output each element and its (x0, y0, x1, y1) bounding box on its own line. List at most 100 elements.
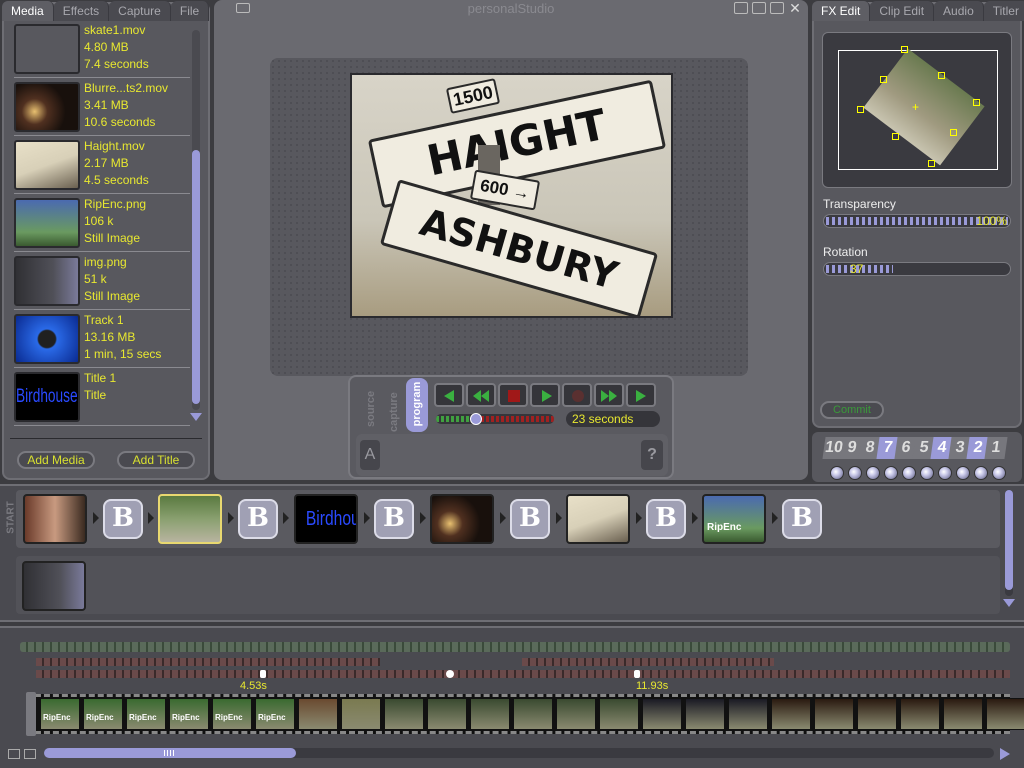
tab-clip-edit[interactable]: Clip Edit (870, 1, 935, 21)
storyboard-clip[interactable] (23, 494, 87, 544)
timeline-frame[interactable] (513, 698, 553, 730)
track-knob[interactable] (938, 466, 952, 480)
timeline-frame[interactable]: RipEnc (212, 698, 252, 730)
mode-source[interactable]: source (365, 387, 379, 427)
scroll-down-icon[interactable] (1003, 599, 1015, 607)
fx-handle[interactable] (938, 72, 945, 79)
timeline-frame[interactable] (427, 698, 467, 730)
storyboard-transition[interactable]: B (510, 499, 550, 539)
track-knob[interactable] (992, 466, 1006, 480)
track-knob[interactable] (956, 466, 970, 480)
record-button[interactable] (562, 383, 592, 407)
track-knob[interactable] (848, 466, 862, 480)
timeline-frame[interactable] (728, 698, 768, 730)
storyboard-scrollbar[interactable] (1005, 490, 1013, 596)
timeline-frame[interactable]: RipEnc (126, 698, 166, 730)
timeline-frame[interactable] (814, 698, 854, 730)
rotation-slider[interactable]: 37 (823, 262, 1011, 276)
tab-media[interactable]: Media (2, 1, 54, 21)
restore-icon[interactable] (770, 2, 784, 14)
timeline-frame[interactable] (341, 698, 381, 730)
mode-program[interactable]: program (406, 378, 428, 432)
go-end-button[interactable] (626, 383, 656, 407)
timeline-frame[interactable] (943, 698, 983, 730)
track-knob[interactable] (866, 466, 880, 480)
storyboard-clip[interactable] (158, 494, 222, 544)
scrollbar-thumb[interactable] (192, 150, 200, 404)
play-button[interactable] (530, 383, 560, 407)
stop-button[interactable] (498, 383, 528, 407)
track-knob[interactable] (920, 466, 934, 480)
timeline-start-marker[interactable] (26, 692, 36, 736)
tab-effects[interactable]: Effects (53, 1, 110, 21)
fx-handle[interactable] (928, 160, 935, 167)
timeline-marker[interactable] (446, 670, 454, 678)
media-item[interactable]: Blurre...ts2.mov 3.41 MB 10.6 seconds (14, 80, 190, 136)
go-start-button[interactable] (434, 383, 464, 407)
storyboard-clip[interactable] (430, 494, 494, 544)
tab-file[interactable]: File (170, 1, 210, 21)
track-knob[interactable] (974, 466, 988, 480)
timeline-frame[interactable]: RipEnc (169, 698, 209, 730)
fx-handle[interactable] (880, 76, 887, 83)
timeline-frame[interactable]: RipEnc (83, 698, 123, 730)
tab-audio[interactable]: Audio (934, 1, 984, 21)
storyboard-transition[interactable]: B (646, 499, 686, 539)
timeline-frame[interactable] (298, 698, 338, 730)
fx-handle[interactable] (901, 46, 908, 53)
timeline-marker[interactable] (260, 670, 266, 678)
fx-handle[interactable] (892, 133, 899, 140)
zoom-in-icon[interactable] (24, 749, 36, 759)
track-knob[interactable] (902, 466, 916, 480)
timeline-frame[interactable] (771, 698, 811, 730)
storyboard-transition[interactable]: B (782, 499, 822, 539)
media-item[interactable]: RipEnc.png 106 k Still Image (14, 196, 190, 252)
timeline-frame[interactable] (685, 698, 725, 730)
scroll-down-icon[interactable] (190, 413, 202, 421)
add-media-button[interactable]: Add Media (17, 451, 95, 469)
storyboard-clip[interactable] (566, 494, 630, 544)
timeline-frame[interactable] (642, 698, 682, 730)
media-item[interactable]: skate1.mov 4.80 MB 7.4 seconds (14, 22, 190, 78)
timeline-frame[interactable] (986, 698, 1024, 730)
scrollbar-thumb[interactable] (1005, 490, 1013, 590)
timeline-marker[interactable] (634, 670, 640, 678)
zoom-out-icon[interactable] (8, 749, 20, 759)
storyboard-clip[interactable]: RipEnc (702, 494, 766, 544)
media-scrollbar[interactable] (192, 30, 200, 410)
timeline-frame[interactable] (556, 698, 596, 730)
minimize-icon[interactable] (734, 2, 748, 14)
media-item[interactable]: img.png 51 k Still Image (14, 254, 190, 310)
scroll-right-icon[interactable] (1000, 748, 1010, 760)
storyboard-audio-clip[interactable] (22, 561, 86, 611)
tab-capture[interactable]: Capture (109, 1, 171, 21)
rewind-button[interactable] (466, 383, 496, 407)
timeline-frame[interactable] (599, 698, 639, 730)
storyboard-title-clip[interactable]: Birdhouse (294, 494, 358, 544)
help-icon[interactable]: ? (641, 440, 663, 470)
timeline-frame[interactable]: RipEnc (255, 698, 295, 730)
tab-fx-edit[interactable]: FX Edit (812, 1, 871, 21)
fx-handle[interactable] (857, 106, 864, 113)
close-icon[interactable]: ✕ (788, 1, 802, 15)
menu-icon[interactable] (236, 3, 250, 13)
timeline-frame[interactable]: RipEnc (40, 698, 80, 730)
storyboard-transition[interactable]: B (103, 499, 143, 539)
scrub-handle[interactable] (470, 413, 482, 425)
maximize-icon[interactable] (752, 2, 766, 14)
timeline-scrollbar[interactable] (44, 748, 994, 758)
media-item[interactable]: Haight.mov 2.17 MB 4.5 seconds (14, 138, 190, 194)
storyboard-transition[interactable]: B (238, 499, 278, 539)
fast-forward-button[interactable] (594, 383, 624, 407)
track-number-tab[interactable]: 1 (984, 437, 1008, 459)
fx-handle[interactable] (950, 129, 957, 136)
timeline-frame[interactable] (900, 698, 940, 730)
scrub-bar[interactable] (436, 414, 554, 424)
media-item[interactable]: Track 1 13.16 MB 1 min, 15 secs (14, 312, 190, 368)
fx-handle[interactable] (973, 99, 980, 106)
add-title-button[interactable]: Add Title (117, 451, 195, 469)
timeline-frame[interactable] (384, 698, 424, 730)
timeline-frame[interactable] (470, 698, 510, 730)
transparency-slider[interactable]: 100% (823, 214, 1011, 228)
text-tool-icon[interactable]: A (360, 440, 380, 470)
